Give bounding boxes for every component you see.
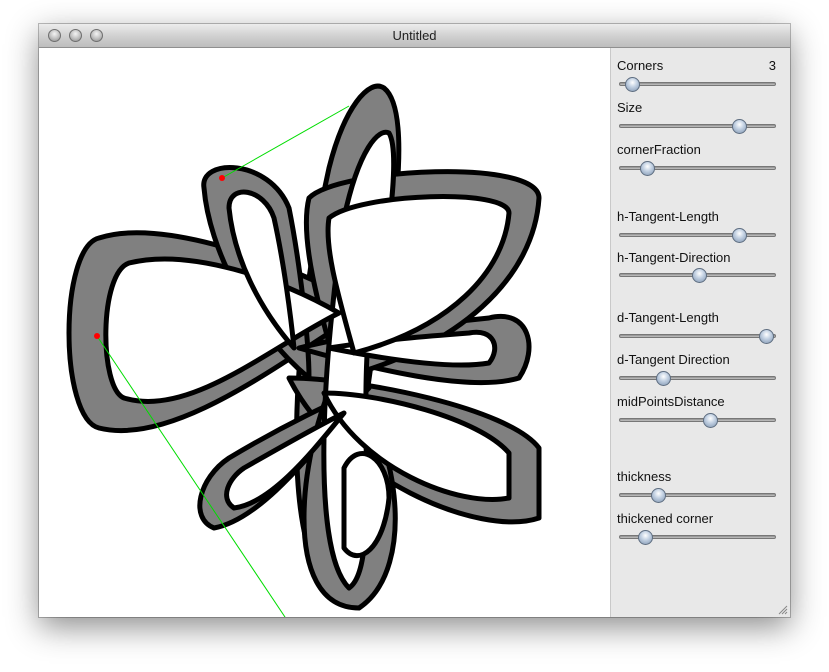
- window-title: Untitled: [392, 28, 437, 43]
- corners-value: 3: [768, 58, 776, 73]
- slider-knob[interactable]: [624, 77, 640, 92]
- controls-panel: Corners 3 Size cornerFraction h-Tangent-…: [610, 48, 790, 617]
- h-tangent-direction-slider[interactable]: [619, 268, 776, 283]
- thickened-corner-label: thickened corner: [617, 511, 714, 526]
- size-slider[interactable]: [619, 119, 776, 134]
- d-tangent-length-slider[interactable]: [619, 329, 776, 344]
- slider-knob[interactable]: [732, 228, 748, 243]
- d-tangent-direction-label: d-Tangent Direction: [617, 352, 730, 367]
- slider-knob[interactable]: [702, 413, 718, 428]
- mid-points-distance-slider[interactable]: [619, 413, 776, 428]
- app-window: Untitled Corners 3 Size cornerFraction h…: [39, 24, 790, 617]
- slider-knob[interactable]: [655, 371, 671, 386]
- d-tangent-length-label: d-Tangent-Length: [617, 310, 719, 325]
- corner-fraction-label: cornerFraction: [617, 142, 701, 157]
- thickened-corner-slider[interactable]: [619, 530, 776, 545]
- corners-label: Corners: [617, 58, 664, 73]
- drawing-canvas[interactable]: [39, 48, 610, 617]
- thickness-slider[interactable]: [619, 488, 776, 503]
- control-point: [94, 333, 100, 339]
- slider-knob[interactable]: [692, 268, 708, 283]
- slider-knob[interactable]: [732, 119, 748, 134]
- slider-knob[interactable]: [758, 329, 774, 344]
- h-tangent-length-label: h-Tangent-Length: [617, 209, 719, 224]
- corners-slider[interactable]: [619, 77, 776, 92]
- h-tangent-length-slider[interactable]: [619, 228, 776, 243]
- title-bar: Untitled: [39, 24, 790, 48]
- slider-knob[interactable]: [638, 530, 654, 545]
- mid-points-distance-label: midPointsDistance: [617, 394, 725, 409]
- resize-grip-icon[interactable]: [778, 605, 788, 615]
- corner-fraction-slider[interactable]: [619, 161, 776, 176]
- knot-drawing: [66, 83, 542, 617]
- h-tangent-direction-label: h-Tangent-Direction: [617, 250, 731, 265]
- control-point: [219, 175, 225, 181]
- d-tangent-direction-slider[interactable]: [619, 371, 776, 386]
- thickness-label: thickness: [617, 469, 672, 484]
- slider-knob[interactable]: [651, 488, 667, 503]
- slider-knob[interactable]: [639, 161, 655, 176]
- size-label: Size: [617, 100, 643, 115]
